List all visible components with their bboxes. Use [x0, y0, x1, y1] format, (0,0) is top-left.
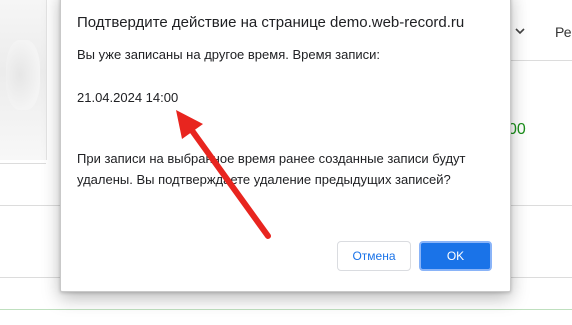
product-image	[0, 0, 47, 160]
confirm-dialog: Подтвердите действие на странице demo.we…	[60, 0, 511, 292]
header-partial-label[interactable]: Ре	[555, 24, 572, 40]
chevron-down-icon[interactable]	[513, 24, 527, 38]
dialog-message-warning: При записи на выбранное время ранее созд…	[77, 151, 466, 187]
card-border	[0, 163, 46, 164]
cancel-button[interactable]: Отмена	[337, 241, 411, 271]
dialog-message-intro: Вы уже записаны на другое время. Время з…	[77, 47, 381, 62]
ok-button[interactable]: OK	[419, 241, 492, 271]
header-bottom-border	[508, 60, 572, 61]
dialog-title: Подтвердите действие на странице demo.we…	[77, 14, 465, 31]
footer-accent-line	[0, 309, 572, 310]
appointment-time: 21.04.2024 14:00	[77, 90, 179, 105]
